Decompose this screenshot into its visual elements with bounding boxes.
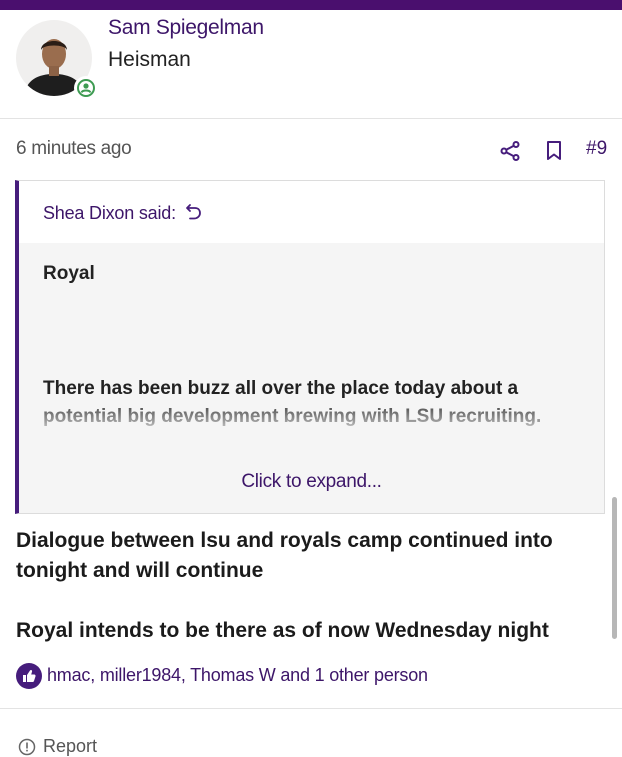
post-paragraph: Royal intends to be there as of now Wedn… (16, 619, 549, 642)
jump-to-quote-icon[interactable] (185, 203, 203, 221)
scrollbar[interactable] (612, 497, 617, 639)
quote-block: Shea Dixon said: Royal There has been bu… (15, 180, 605, 514)
author-name[interactable]: Sam Spiegelman (108, 16, 264, 40)
expand-quote-link[interactable]: Click to expand... (19, 471, 604, 493)
author-title: Heisman (108, 48, 191, 71)
post-meta-bar: 6 minutes ago #9 (0, 118, 622, 180)
report-label[interactable]: Report (43, 736, 97, 757)
post-number-link[interactable]: #9 (586, 138, 607, 160)
post-timestamp[interactable]: 6 minutes ago (16, 138, 132, 160)
reaction-users[interactable]: hmac, miller1984, Thomas W and 1 other p… (47, 665, 428, 686)
top-bar (0, 0, 622, 10)
author-header: Sam Spiegelman Heisman (0, 10, 622, 119)
bookmark-icon[interactable] (544, 140, 564, 162)
quote-fade-overlay (19, 397, 604, 469)
quote-heading: Royal (43, 263, 95, 284)
online-status-icon (74, 76, 98, 100)
like-icon[interactable] (16, 663, 42, 689)
share-icon[interactable] (499, 140, 521, 162)
post-paragraph: Dialogue between lsu and royals camp con… (16, 529, 553, 582)
quote-header: Shea Dixon said: (19, 181, 604, 243)
report-icon (18, 738, 36, 756)
post-divider (0, 708, 622, 709)
quote-author-link[interactable]: Shea Dixon said: (43, 203, 176, 224)
avatar-container[interactable] (16, 20, 98, 100)
